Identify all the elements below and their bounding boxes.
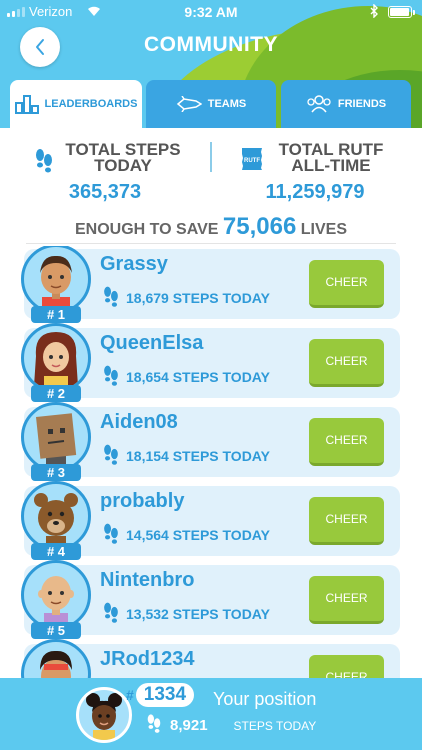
total-steps-value: 365,373 xyxy=(68,181,142,203)
lives-suffix: LIVES xyxy=(300,221,347,238)
rank-badge: # 4 xyxy=(31,543,81,560)
my-steps-label: STEPS TODAY xyxy=(233,718,317,733)
lives-prefix: ENOUGH TO SAVE xyxy=(75,221,219,238)
my-rank-value: 1334 xyxy=(135,683,195,707)
avatar[interactable] xyxy=(21,639,91,678)
total-rutf-value: 11,259,979 xyxy=(265,181,365,203)
lives-saved-line: ENOUGH TO SAVE 75,066 LIVES xyxy=(0,213,422,241)
steps-today: 18,154 STEPS TODAY xyxy=(126,447,270,464)
steps-today: 14,564 STEPS TODAY xyxy=(126,526,270,543)
cheer-button[interactable]: CHEER xyxy=(309,497,384,545)
lives-value: 75,066 xyxy=(222,213,297,240)
my-steps-line: 8,921 STEPS TODAY xyxy=(146,712,316,739)
rank-badge: # 3 xyxy=(31,464,81,481)
rocket-icon xyxy=(176,96,202,112)
svg-text:RUTF: RUTF xyxy=(244,158,260,164)
avatar[interactable] xyxy=(21,246,91,314)
rank-badge: # 1 xyxy=(31,306,81,323)
tab-label: FRIENDS xyxy=(337,98,387,110)
tab-bar: LEADERBOARDS TEAMS FRIENDS xyxy=(0,80,422,128)
steps-today: 18,679 STEPS TODAY xyxy=(126,289,270,306)
username: QueenElsa xyxy=(100,332,204,354)
friends-icon xyxy=(306,95,332,113)
leaderboard-row: # 1 Grassy 18,679 STEPS TODAY CHEER xyxy=(21,246,400,323)
steps-today: 13,532 STEPS TODAY xyxy=(126,605,270,622)
username: Aiden08 xyxy=(100,411,178,433)
avatar[interactable] xyxy=(21,402,91,472)
leaderboard-row: # 5 Nintenbro 13,532 STEPS TODAY CHEER xyxy=(21,560,400,639)
clock: 9:32 AM xyxy=(184,4,238,20)
my-avatar[interactable] xyxy=(76,687,132,743)
stats-panel: TOTAL STEPS TODAY 365,373 RUTF TOTAL RUT… xyxy=(0,128,422,246)
tab-label: TEAMS xyxy=(207,98,247,110)
leaderboard-row: # 6 JRod1234 CHEER xyxy=(21,639,400,678)
my-rank: # 1334 xyxy=(126,683,195,707)
divider xyxy=(26,243,396,244)
leaderboard-row: # 4 probably 14,564 STEPS TODAY CHEER xyxy=(21,481,400,560)
footprints-icon xyxy=(102,442,120,469)
total-rutf-heading: TOTAL RUTF ALL-TIME xyxy=(278,140,384,175)
header: Verizon 9:32 AM COMMUNITY LEADERBOARDS T… xyxy=(0,0,422,128)
divider xyxy=(210,142,212,172)
tab-label: LEADERBOARDS xyxy=(44,98,138,110)
status-bar: Verizon 9:32 AM xyxy=(0,0,422,24)
username: Grassy xyxy=(100,253,168,275)
footprints-icon xyxy=(102,600,120,627)
username: JRod1234 xyxy=(100,648,195,670)
leaderboard-row: # 2 QueenElsa 18,654 STEPS TODAY CHEER xyxy=(21,323,400,402)
footprints-icon xyxy=(102,284,120,311)
avatar[interactable] xyxy=(21,323,91,393)
avatar[interactable] xyxy=(21,560,91,630)
tab-teams[interactable]: TEAMS xyxy=(146,80,276,128)
username: probably xyxy=(100,490,185,512)
footprints-icon xyxy=(146,712,162,739)
rank-badge: # 5 xyxy=(31,622,81,639)
username: Nintenbro xyxy=(100,569,195,591)
leaderboard-row: # 3 Aiden08 18,154 STEPS TODAY CHEER xyxy=(21,402,400,481)
cheer-button[interactable]: CHEER xyxy=(309,655,384,678)
footprints-icon xyxy=(102,521,120,548)
page-title: COMMUNITY xyxy=(144,33,278,56)
footprints-icon xyxy=(102,363,120,390)
bar-chart-icon xyxy=(14,94,39,114)
bluetooth-icon xyxy=(370,3,379,21)
tab-leaderboards[interactable]: LEADERBOARDS xyxy=(10,80,142,128)
leaderboard-list[interactable]: # 1 Grassy 18,679 STEPS TODAY CHEER # 2 … xyxy=(0,246,422,678)
rank-hash: # xyxy=(126,687,134,703)
your-position-label: Your position xyxy=(213,689,317,709)
cheer-button[interactable]: CHEER xyxy=(309,339,384,387)
footprints-icon xyxy=(34,146,54,179)
cheer-button[interactable]: CHEER xyxy=(309,418,384,466)
rank-badge: # 2 xyxy=(31,385,81,402)
cheer-button[interactable]: CHEER xyxy=(309,260,384,308)
rutf-packet-icon: RUTF xyxy=(240,146,264,177)
battery-icon xyxy=(388,6,415,18)
total-steps-heading: TOTAL STEPS TODAY xyxy=(65,140,181,175)
tab-friends[interactable]: FRIENDS xyxy=(281,80,411,128)
avatar[interactable] xyxy=(21,481,91,551)
cheer-button[interactable]: CHEER xyxy=(309,576,384,624)
steps-today: 18,654 STEPS TODAY xyxy=(126,368,270,385)
my-steps-value: 8,921 xyxy=(170,717,208,734)
